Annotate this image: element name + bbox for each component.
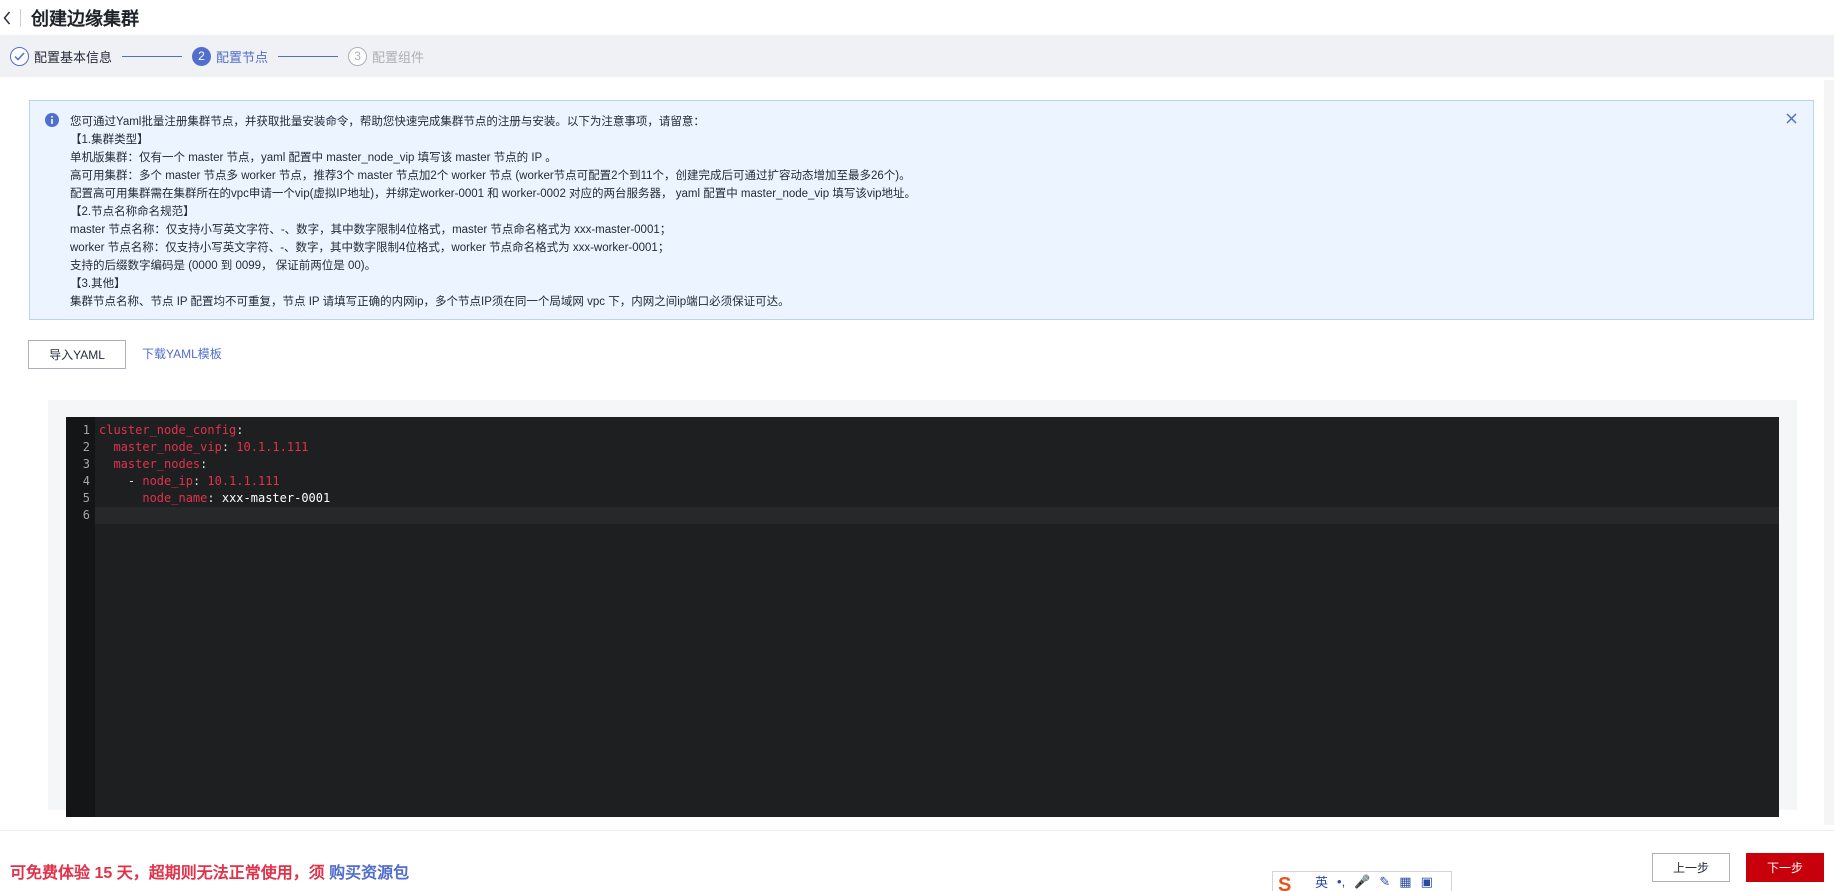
notice-line: 集群节点名称、节点 IP 配置均不可重复，节点 IP 请填写正确的内网ip，多个… — [70, 293, 1797, 311]
code-indent — [99, 440, 113, 454]
notice-line: master 节点名称：仅支持小写英文字符、-、数字，其中数字限制4位格式，ma… — [70, 221, 1797, 239]
code-line[interactable]: - node_ip: 10.1.1.111 — [95, 473, 1779, 490]
main-content: 您可通过Yaml批量注册集群节点，并获取批量安装命令，帮助您快速完成集群节点的注… — [10, 80, 1834, 825]
code-key: cluster_node_config — [99, 423, 236, 437]
step-number: 2 — [192, 47, 211, 66]
page-scrollbar[interactable] — [1824, 80, 1834, 825]
back-button[interactable] — [2, 8, 12, 28]
code-indent — [99, 491, 142, 505]
code-separator: : — [207, 491, 221, 505]
pen-icon[interactable]: ✎ — [1379, 874, 1390, 890]
buy-resource-package-link[interactable]: 购买资源包 — [329, 865, 409, 882]
info-icon — [45, 113, 59, 133]
grid-icon[interactable]: ▣ — [1421, 874, 1433, 890]
yaml-actions: 导入YAML 下载YAML模板 — [28, 340, 222, 369]
code-value: 10.1.1.111 — [236, 440, 308, 454]
code-separator: : — [200, 457, 207, 471]
code-key: master_nodes — [113, 457, 200, 471]
notice-line: 【2.节点名称命名规范】 — [70, 203, 1797, 221]
ime-toolbar[interactable]: S 英 •, 🎤 ✎ ▦ ▣ — [1272, 871, 1452, 891]
yaml-code-editor[interactable]: 1 2 3 4 5 6 cluster_node_config: master_… — [66, 417, 1779, 817]
check-icon — [10, 47, 29, 66]
line-number: 1 — [66, 422, 95, 439]
page-footer: 可免费体验 15 天，超期则无法正常使用，须 购买资源包 S 英 •, 🎤 ✎ … — [0, 830, 1834, 890]
keyboard-icon[interactable]: ▦ — [1399, 874, 1411, 890]
line-number: 5 — [66, 490, 95, 507]
line-number: 2 — [66, 439, 95, 456]
info-notice: 您可通过Yaml批量注册集群节点，并获取批量安装命令，帮助您快速完成集群节点的注… — [29, 100, 1814, 320]
notice-line: 配置高可用集群需在集群所在的vpc申请一个vip(虚拟IP地址)，并绑定work… — [70, 185, 1797, 203]
notice-line: 高可用集群：多个 master 节点多 worker 节点，推荐3个 maste… — [70, 167, 1797, 185]
notice-line: 您可通过Yaml批量注册集群节点，并获取批量安装命令，帮助您快速完成集群节点的注… — [70, 113, 1797, 131]
page-title: 创建边缘集群 — [31, 5, 139, 31]
ime-item[interactable]: 英 — [1315, 872, 1328, 891]
line-number: 3 — [66, 456, 95, 473]
microphone-icon[interactable]: 🎤 — [1354, 874, 1370, 890]
notice-line: 【1.集群类型】 — [70, 131, 1797, 149]
code-line[interactable]: cluster_node_config: — [95, 422, 1779, 439]
line-number: 4 — [66, 473, 95, 490]
notice-line: 【3.其他】 — [70, 275, 1797, 293]
step-number: 3 — [348, 47, 367, 66]
code-indent: - — [99, 474, 142, 488]
code-line[interactable]: master_nodes: — [95, 456, 1779, 473]
code-line[interactable]: master_node_vip: 10.1.1.111 — [95, 439, 1779, 456]
line-number: 6 — [66, 507, 95, 524]
code-key: node_ip — [142, 474, 193, 488]
code-value: xxx-master-0001 — [222, 491, 330, 505]
code-line[interactable]: node_name: xxx-master-0001 — [95, 490, 1779, 507]
trial-notice: 可免费体验 15 天，超期则无法正常使用，须 购买资源包 — [10, 859, 409, 883]
notice-line: 支持的后缀数字编码是 (0000 到 0099， 保证前两位是 00)。 — [70, 257, 1797, 275]
wizard-steps: 配置基本信息 2 配置节点 3 配置组件 — [0, 35, 1834, 77]
page-header: 创建边缘集群 — [0, 0, 1834, 35]
code-line[interactable] — [95, 507, 1779, 524]
code-key: master_node_vip — [113, 440, 221, 454]
notice-line: worker 节点名称：仅支持小写英文字符、-、数字，其中数字限制4位格式，wo… — [70, 239, 1797, 257]
notice-line: 单机版集群：仅有一个 master 节点，yaml 配置中 master_nod… — [70, 149, 1797, 167]
code-key: node_name — [142, 491, 207, 505]
step-connector — [278, 56, 338, 57]
step-connector — [122, 56, 182, 57]
previous-step-button[interactable]: 上一步 — [1652, 853, 1730, 882]
editor-container: 1 2 3 4 5 6 cluster_node_config: master_… — [48, 400, 1797, 810]
code-area[interactable]: cluster_node_config: master_node_vip: 10… — [95, 422, 1779, 524]
trial-text: 可免费体验 15 天，超期则无法正常使用，须 — [10, 865, 329, 882]
next-step-button[interactable]: 下一步 — [1746, 853, 1824, 882]
step-basic-info: 配置基本信息 — [10, 47, 112, 66]
line-number-gutter: 1 2 3 4 5 6 — [66, 417, 95, 817]
step-config-nodes: 2 配置节点 — [192, 47, 268, 66]
code-separator: : — [222, 440, 236, 454]
code-value: 10.1.1.111 — [207, 474, 279, 488]
sogou-logo-icon: S — [1278, 874, 1306, 891]
code-separator: : — [236, 423, 243, 437]
step-label: 配置节点 — [216, 47, 268, 66]
step-label: 配置组件 — [372, 47, 424, 66]
code-separator: : — [193, 474, 207, 488]
download-yaml-template-link[interactable]: 下载YAML模板 — [142, 345, 222, 362]
step-label: 配置基本信息 — [34, 47, 112, 66]
header-divider — [20, 9, 21, 27]
close-icon[interactable] — [1786, 112, 1797, 130]
ime-item[interactable]: •, — [1337, 874, 1345, 889]
code-indent — [99, 457, 113, 471]
step-config-components: 3 配置组件 — [348, 47, 424, 66]
chevron-left-icon — [3, 11, 11, 25]
import-yaml-button[interactable]: 导入YAML — [28, 340, 126, 369]
